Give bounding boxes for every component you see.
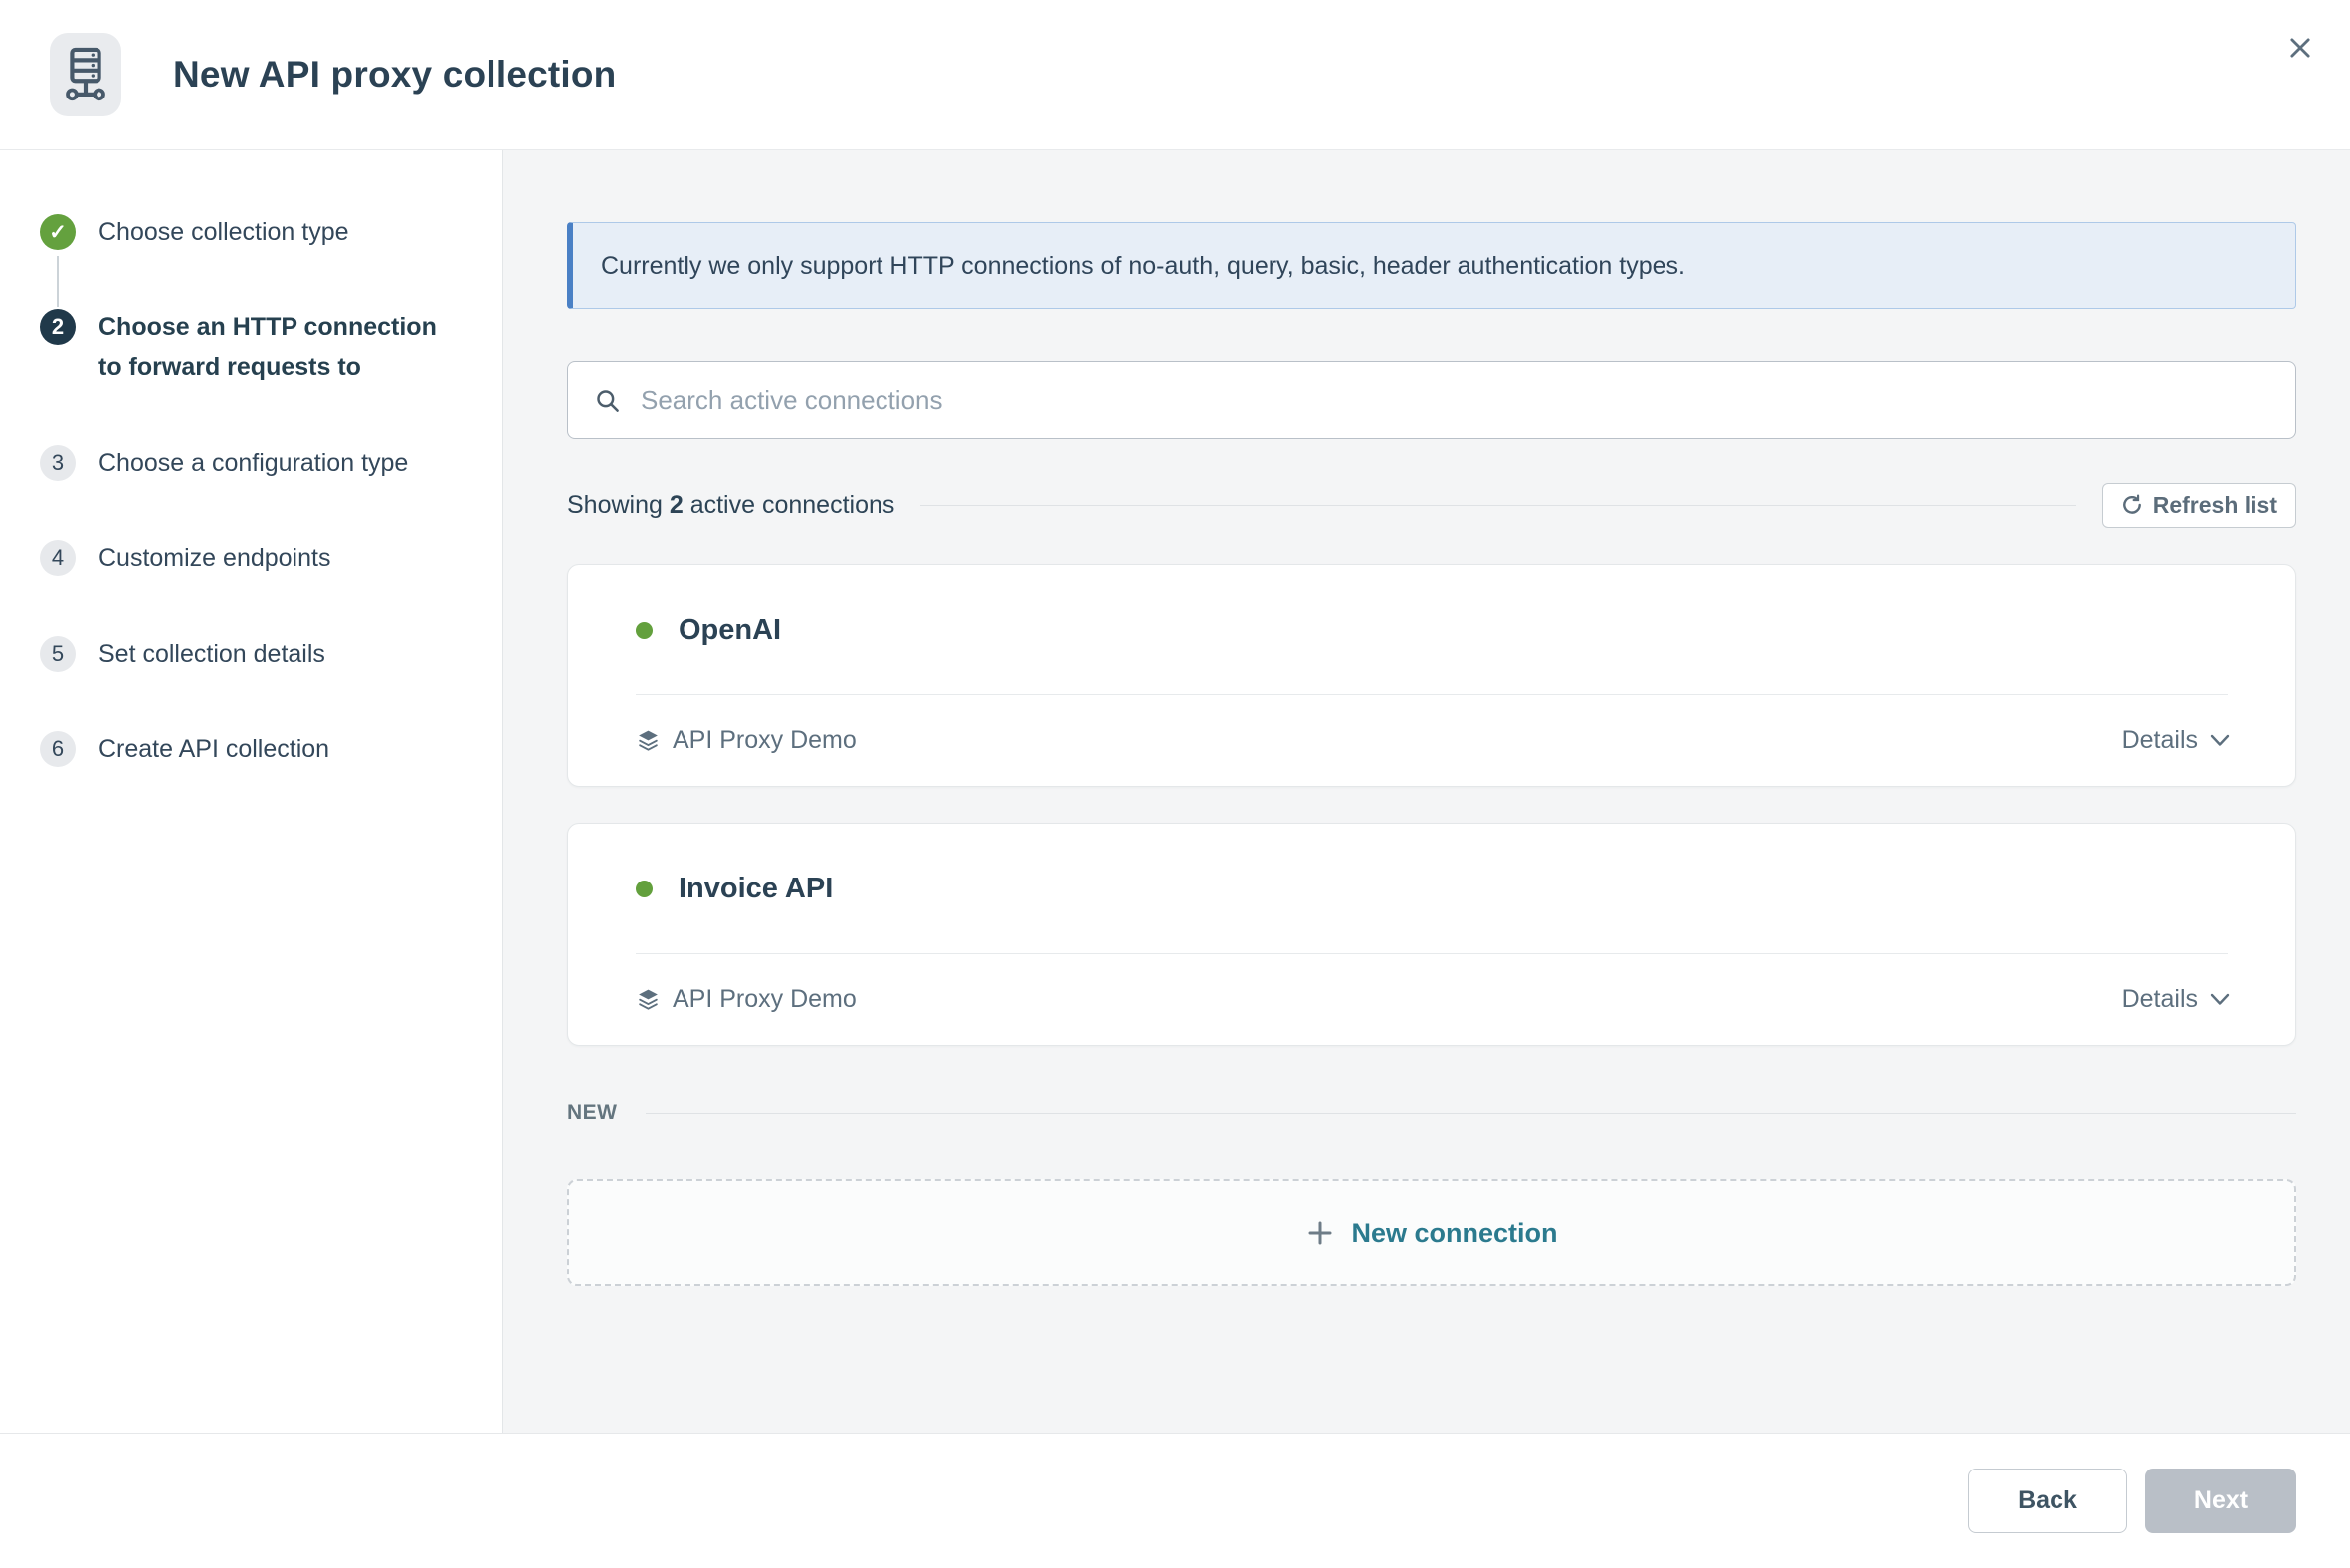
new-connection-label: New connection: [1351, 1217, 1558, 1248]
details-toggle[interactable]: Details: [2122, 985, 2230, 1014]
plus-icon: [1308, 1221, 1332, 1245]
dialog-header: New API proxy collection: [0, 0, 2350, 150]
dialog-footer: Back Next: [0, 1433, 2350, 1568]
step-label: Choose collection type: [98, 218, 349, 246]
connection-app-label: API Proxy Demo: [673, 726, 857, 754]
connection-card-header: Invoice API: [568, 824, 2295, 953]
back-button[interactable]: Back: [1968, 1469, 2127, 1533]
step-label: Customize endpoints: [98, 544, 331, 572]
step-4-number: 4: [40, 540, 76, 576]
step-customize-endpoints[interactable]: 4 Customize endpoints: [40, 538, 502, 578]
connection-card-invoice-api[interactable]: Invoice API API Proxy Demo Details: [567, 823, 2296, 1046]
new-section-label: NEW: [567, 1101, 618, 1124]
step-label: Create API collection: [98, 735, 330, 763]
step-set-collection-details[interactable]: 5 Set collection details: [40, 634, 502, 674]
magnifier-icon: [597, 389, 619, 412]
layers-icon: [639, 730, 658, 751]
info-banner-text: Currently we only support HTTP connectio…: [601, 251, 1685, 280]
connection-card-footer: API Proxy Demo Details: [568, 695, 2295, 786]
new-connection-button[interactable]: New connection: [567, 1179, 2296, 1286]
step-label: Choose an HTTP connection to forward req…: [98, 313, 437, 381]
search-input[interactable]: [641, 384, 2269, 416]
next-button[interactable]: Next: [2145, 1469, 2296, 1533]
connection-app-label: API Proxy Demo: [673, 985, 857, 1013]
connection-app: API Proxy Demo: [636, 726, 857, 755]
refresh-list-button[interactable]: Refresh list: [2101, 483, 2296, 528]
layers-icon: [639, 989, 658, 1010]
step-choose-configuration-type[interactable]: 3 Choose a configuration type: [40, 443, 502, 483]
search-box: [567, 361, 2296, 439]
info-banner: Currently we only support HTTP connectio…: [567, 222, 2296, 309]
proxy-server-icon: [50, 33, 121, 116]
wizard-stepper: ✓ Choose collection type 2 Choose an HTT…: [0, 150, 503, 1433]
status-dot: [636, 621, 653, 639]
connection-card-header: OpenAI: [568, 565, 2295, 694]
results-row: Showing 2 active connections Refresh lis…: [567, 483, 2296, 528]
chevron-down-icon: [2210, 993, 2230, 1005]
step-choose-http-connection[interactable]: 2 Choose an HTTP connection to forward r…: [40, 307, 502, 387]
step-3-number: 3: [40, 445, 76, 481]
new-api-proxy-collection-dialog: New API proxy collection ✓ Choose collec…: [0, 0, 2350, 1568]
divider: [645, 1112, 2296, 1114]
refresh-icon: [2122, 494, 2141, 514]
connection-app: API Proxy Demo: [636, 985, 857, 1014]
step-label: Set collection details: [98, 640, 325, 668]
step-choose-collection-type[interactable]: ✓ Choose collection type: [40, 212, 502, 307]
step-1-check-icon: ✓: [40, 214, 76, 250]
step-2-number: 2: [40, 309, 76, 345]
step-5-number: 5: [40, 636, 76, 672]
results-count: 2: [669, 490, 684, 519]
connection-name: OpenAI: [679, 613, 782, 646]
connection-name: Invoice API: [679, 872, 834, 904]
connection-card-footer: API Proxy Demo Details: [568, 954, 2295, 1045]
divider: [920, 504, 2076, 506]
new-section-header: NEW: [567, 1101, 2296, 1125]
step-6-number: 6: [40, 731, 76, 767]
details-toggle[interactable]: Details: [2122, 726, 2230, 755]
results-count-text: Showing 2 active connections: [567, 490, 895, 519]
main-content: Currently we only support HTTP connectio…: [503, 150, 2350, 1433]
status-dot: [636, 880, 653, 897]
step-label: Choose a configuration type: [98, 449, 409, 477]
connection-card-openai[interactable]: OpenAI API Proxy Demo Details: [567, 564, 2296, 787]
close-icon[interactable]: [2280, 28, 2320, 68]
step-create-api-collection[interactable]: 6 Create API collection: [40, 729, 502, 769]
page-title: New API proxy collection: [173, 54, 617, 95]
chevron-down-icon: [2210, 734, 2230, 746]
